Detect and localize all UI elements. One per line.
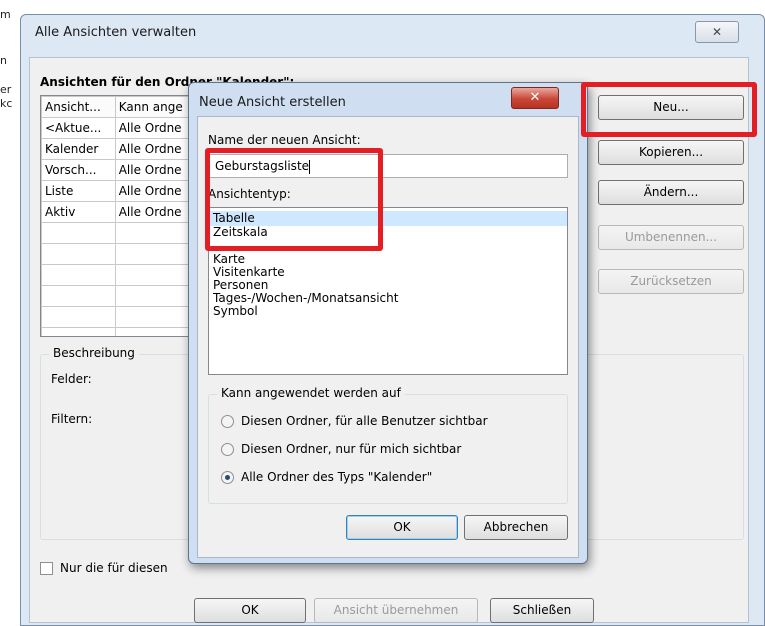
fields-label: Felder: (51, 372, 92, 386)
background-text-1: m (0, 8, 11, 21)
only-this-folder-checkbox[interactable] (40, 562, 53, 575)
highlight-new-button (581, 82, 757, 137)
dialog-title: Alle Ansichten verwalten (35, 25, 197, 40)
view-type-item-symbol[interactable]: Symbol (209, 305, 567, 318)
table-row[interactable]: Kalender Alle Ordne (41, 138, 212, 160)
table-cell: <Aktue... (41, 117, 116, 139)
filter-label: Filtern: (51, 412, 93, 426)
radio-this-folder-only-me[interactable] (221, 443, 234, 456)
table-row[interactable]: Liste Alle Ordne (41, 180, 212, 202)
table-cell: Kalender (41, 138, 116, 160)
background-text-4: kc (0, 97, 13, 110)
new-view-close-button[interactable]: ✕ (511, 87, 559, 109)
radio-label-this-folder-only-me: Diesen Ordner, nur für mich sichtbar (241, 442, 462, 456)
view-type-item-tagesansicht[interactable]: Tages-/Wochen-/Monatsansicht (209, 292, 567, 305)
highlight-name-and-type (205, 148, 383, 251)
rename-view-button[interactable]: Umbenennen... (598, 225, 744, 250)
modify-view-button[interactable]: Ändern... (598, 180, 744, 205)
close-button[interactable]: ✕ (695, 21, 739, 43)
apply-view-button[interactable]: Ansicht übernehmen (314, 598, 478, 623)
table-cell: Vorsch... (41, 159, 116, 181)
empty-row (41, 285, 212, 307)
apply-to-title: Kann angewendet werden auf (217, 386, 405, 400)
column-header-view[interactable]: Ansicht... (41, 96, 116, 118)
radio-label-all-calendar-folders: Alle Ordner des Typs "Kalender" (241, 470, 433, 484)
new-view-dialog-title: Neue Ansicht erstellen (199, 95, 346, 110)
empty-row (41, 264, 212, 286)
table-cell: Liste (41, 180, 116, 202)
new-view-ok-button[interactable]: OK (346, 515, 458, 540)
table-header-row: Ansicht... Kann ange (41, 96, 212, 118)
table-row[interactable]: <Aktue... Alle Ordne (41, 117, 212, 139)
copy-view-button[interactable]: Kopieren... (598, 140, 744, 165)
table-cell: Aktiv (41, 201, 116, 223)
background-text-3: er (0, 83, 12, 96)
radio-all-calendar-folders[interactable] (221, 471, 234, 484)
reset-view-button[interactable]: Zurücksetzen (598, 269, 744, 294)
empty-row (41, 243, 212, 265)
view-name-label: Name der neuen Ansicht: (208, 133, 361, 147)
new-view-cancel-button[interactable]: Abbrechen (464, 515, 568, 540)
close-icon: ✕ (711, 25, 723, 39)
close-dialog-button[interactable]: Schließen (490, 598, 594, 623)
radio-this-folder-all-users[interactable] (221, 415, 234, 428)
radio-label-this-folder-all-users: Diesen Ordner, für alle Benutzer sichtba… (241, 414, 488, 428)
table-row[interactable]: Aktiv Alle Ordne (41, 201, 212, 223)
empty-row (41, 306, 212, 328)
only-this-folder-label: Nur die für diesen (60, 561, 168, 575)
ok-button[interactable]: OK (194, 598, 306, 623)
empty-row (41, 327, 212, 336)
table-row[interactable]: Vorsch... Alle Ordne (41, 159, 212, 181)
empty-row (41, 222, 212, 244)
close-icon: ✕ (529, 90, 541, 105)
apply-to-group: Kann angewendet werden auf Diesen Ordner… (208, 386, 568, 504)
description-title: Beschreibung (49, 346, 139, 360)
background-text-2: n (0, 54, 7, 67)
